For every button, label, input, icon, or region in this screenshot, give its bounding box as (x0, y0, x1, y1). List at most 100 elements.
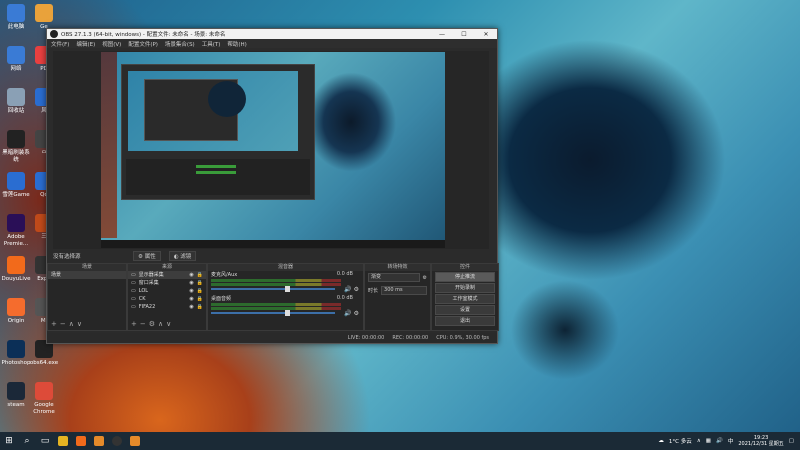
menu-profile[interactable]: 配置文件(P) (128, 40, 158, 48)
date-text: 2021/12/31 星期五 (738, 441, 784, 447)
level-meter (211, 307, 341, 310)
desktop-icon-label: Google Chrome (33, 402, 55, 415)
taskbar: ⊞ ⌕ ▭ ☁ 1°C 多云 ∧ ▦ 🔊 中 19:23 2021/12/31 … (0, 432, 800, 450)
desktop-icon[interactable]: Google Chrome (29, 382, 59, 416)
speaker-icon[interactable]: 🔊 (344, 286, 351, 293)
start-recording-button[interactable]: 开始录制 (435, 283, 495, 293)
source-item[interactable]: ▭ LOL ◉ 🔒 (128, 287, 206, 295)
desktop-icon[interactable]: steam (1, 382, 31, 409)
desktop-icon[interactable]: Origin (1, 298, 31, 325)
eye-icon[interactable]: ◉ (189, 279, 193, 287)
scenes-toolbar[interactable]: +−∧∨ (51, 320, 85, 328)
transition-select[interactable]: 渐变 (368, 273, 420, 282)
monitor-icon: ▭ (131, 296, 136, 302)
gear-icon[interactable]: ⚙ (423, 275, 427, 281)
slider-handle[interactable] (285, 286, 291, 292)
desktop-icon-label: 雪莲Game (2, 192, 30, 198)
volume-slider[interactable] (211, 310, 335, 316)
desktop-icon[interactable]: 雪莲Game (1, 172, 31, 199)
mixer-channel: 麦克风/Aux 0.0 dB 🔊 ⚙ (208, 271, 363, 295)
desktop-icon[interactable]: DouyuLive (1, 256, 31, 283)
menu-edit[interactable]: 编辑(E) (76, 40, 95, 48)
controls-title: 控件 (432, 264, 498, 271)
sources-toolbar[interactable]: +−⚙∧∨ (131, 320, 174, 328)
desktop-icon[interactable]: Photoshop (1, 340, 31, 367)
windows-start-icon[interactable]: ⊞ (0, 432, 18, 450)
nested-obs-window (121, 64, 315, 200)
slider-handle[interactable] (285, 310, 291, 316)
filters-button[interactable]: ◐ 滤镜 (168, 251, 197, 261)
menu-help[interactable]: 帮助(H) (227, 40, 246, 48)
notification-icon[interactable]: ▢ (789, 438, 794, 444)
preview-area[interactable] (53, 51, 489, 249)
exit-button[interactable]: 退出 (435, 316, 495, 326)
clock[interactable]: 19:23 2021/12/31 星期五 (738, 435, 783, 447)
minimize-button[interactable]: — (431, 29, 453, 39)
desktop-icon[interactable]: 网络 (1, 46, 31, 73)
sources-dock: 来源 ▭ 显示器采集 ◉ 🔒 ▭ 窗口采集 ◉ 🔒 ▭ LOL ◉ 🔒 ▭ CK ◉ 🔒 ▭ FIFA22 ◉ 🔒 +… (127, 263, 207, 331)
app-icon (7, 214, 25, 232)
file-explorer-icon[interactable] (54, 432, 72, 450)
desktop-icon[interactable]: 此电脑 (1, 4, 31, 31)
volume-slider[interactable] (211, 286, 335, 292)
source-item[interactable]: ▭ CK ◉ 🔒 (128, 295, 206, 303)
close-button[interactable]: ✕ (475, 29, 497, 39)
source-item[interactable]: ▭ 显示器采集 ◉ 🔒 (128, 271, 206, 279)
status-bar: LIVE: 00:00:00 REC: 00:00:00 CPU: 0.9%, … (47, 333, 497, 343)
network-icon[interactable]: ▦ (706, 438, 711, 444)
lock-icon[interactable]: 🔒 (197, 295, 203, 303)
scene-item[interactable]: 场景 (48, 271, 126, 279)
game-icon[interactable] (90, 432, 108, 450)
menu-scene-collection[interactable]: 场景集合(S) (165, 40, 195, 48)
app-taskbar-icon[interactable] (126, 432, 144, 450)
maximize-button[interactable]: ☐ (453, 29, 475, 39)
title-bar[interactable]: OBS 27.1.3 (64-bit, windows) - 配置文件: 未命名… (47, 29, 497, 39)
eye-icon[interactable]: ◉ (189, 303, 193, 311)
lock-icon[interactable]: 🔒 (197, 279, 203, 287)
channel-db: 0.0 dB (336, 295, 353, 301)
studio-mode-button[interactable]: 工作室模式 (435, 294, 495, 304)
menu-view[interactable]: 视图(V) (102, 40, 121, 48)
source-label: 显示器采集 (138, 272, 164, 278)
weather-text[interactable]: 1°C 多云 (669, 437, 692, 445)
lock-icon[interactable]: 🔒 (197, 271, 203, 279)
properties-button[interactable]: ⚙ 属性 (133, 251, 161, 261)
menu-file[interactable]: 文件(F) (51, 40, 69, 48)
ime-icon[interactable]: 中 (728, 437, 734, 445)
source-label: CK (138, 296, 146, 302)
stop-streaming-button[interactable]: 停止推流 (435, 272, 495, 282)
rec-status: REC: 00:00:00 (392, 335, 429, 341)
obs-taskbar-icon[interactable] (108, 432, 126, 450)
desktop-icon-label: 回收站 (7, 108, 25, 114)
duration-input[interactable]: 300 ms (381, 286, 427, 295)
eye-icon[interactable]: ◉ (189, 271, 193, 279)
chevron-up-icon[interactable]: ∧ (697, 438, 701, 444)
desktop-icon[interactable]: 黑暗刷装系统 (1, 130, 31, 164)
desktop-icon[interactable]: Adobe Premie... (1, 214, 31, 248)
monitor-icon: ▭ (131, 304, 136, 310)
duration-label: 时长 (368, 288, 379, 294)
gear-icon[interactable]: ⚙ (354, 310, 359, 317)
lock-icon[interactable]: 🔒 (197, 287, 203, 295)
speaker-icon[interactable]: 🔊 (344, 310, 351, 317)
source-item[interactable]: ▭ 窗口采集 ◉ 🔒 (128, 279, 206, 287)
desktop-icon[interactable]: obs64.exe (29, 340, 59, 367)
lock-icon[interactable]: 🔒 (197, 303, 203, 311)
gear-icon[interactable]: ⚙ (354, 286, 359, 293)
eye-icon[interactable]: ◉ (189, 295, 193, 303)
desktop-icon[interactable]: 回收站 (1, 88, 31, 115)
menu-tools[interactable]: 工具(T) (202, 40, 221, 48)
eye-icon[interactable]: ◉ (189, 287, 193, 295)
search-icon[interactable]: ⌕ (18, 432, 36, 450)
settings-button[interactable]: 设置 (435, 305, 495, 315)
window-title: OBS 27.1.3 (64-bit, windows) - 配置文件: 未命名… (61, 32, 226, 38)
desktop-icon[interactable]: Ge (29, 4, 59, 31)
volume-icon[interactable]: 🔊 (716, 438, 723, 444)
source-item[interactable]: ▭ FIFA22 ◉ 🔒 (128, 303, 206, 311)
transitions-title: 转场特效 (365, 264, 430, 271)
douyu-icon[interactable] (72, 432, 90, 450)
no-source-selected-label: 没有选择源 (53, 253, 81, 260)
mixer-channel: 桌面音频 0.0 dB 🔊 ⚙ (208, 295, 363, 319)
mixer-dock: 混音器 麦克风/Aux 0.0 dB 🔊 ⚙ 桌面音频 0.0 dB 🔊 ⚙ (207, 263, 364, 331)
task-view-icon[interactable]: ▭ (36, 432, 54, 450)
